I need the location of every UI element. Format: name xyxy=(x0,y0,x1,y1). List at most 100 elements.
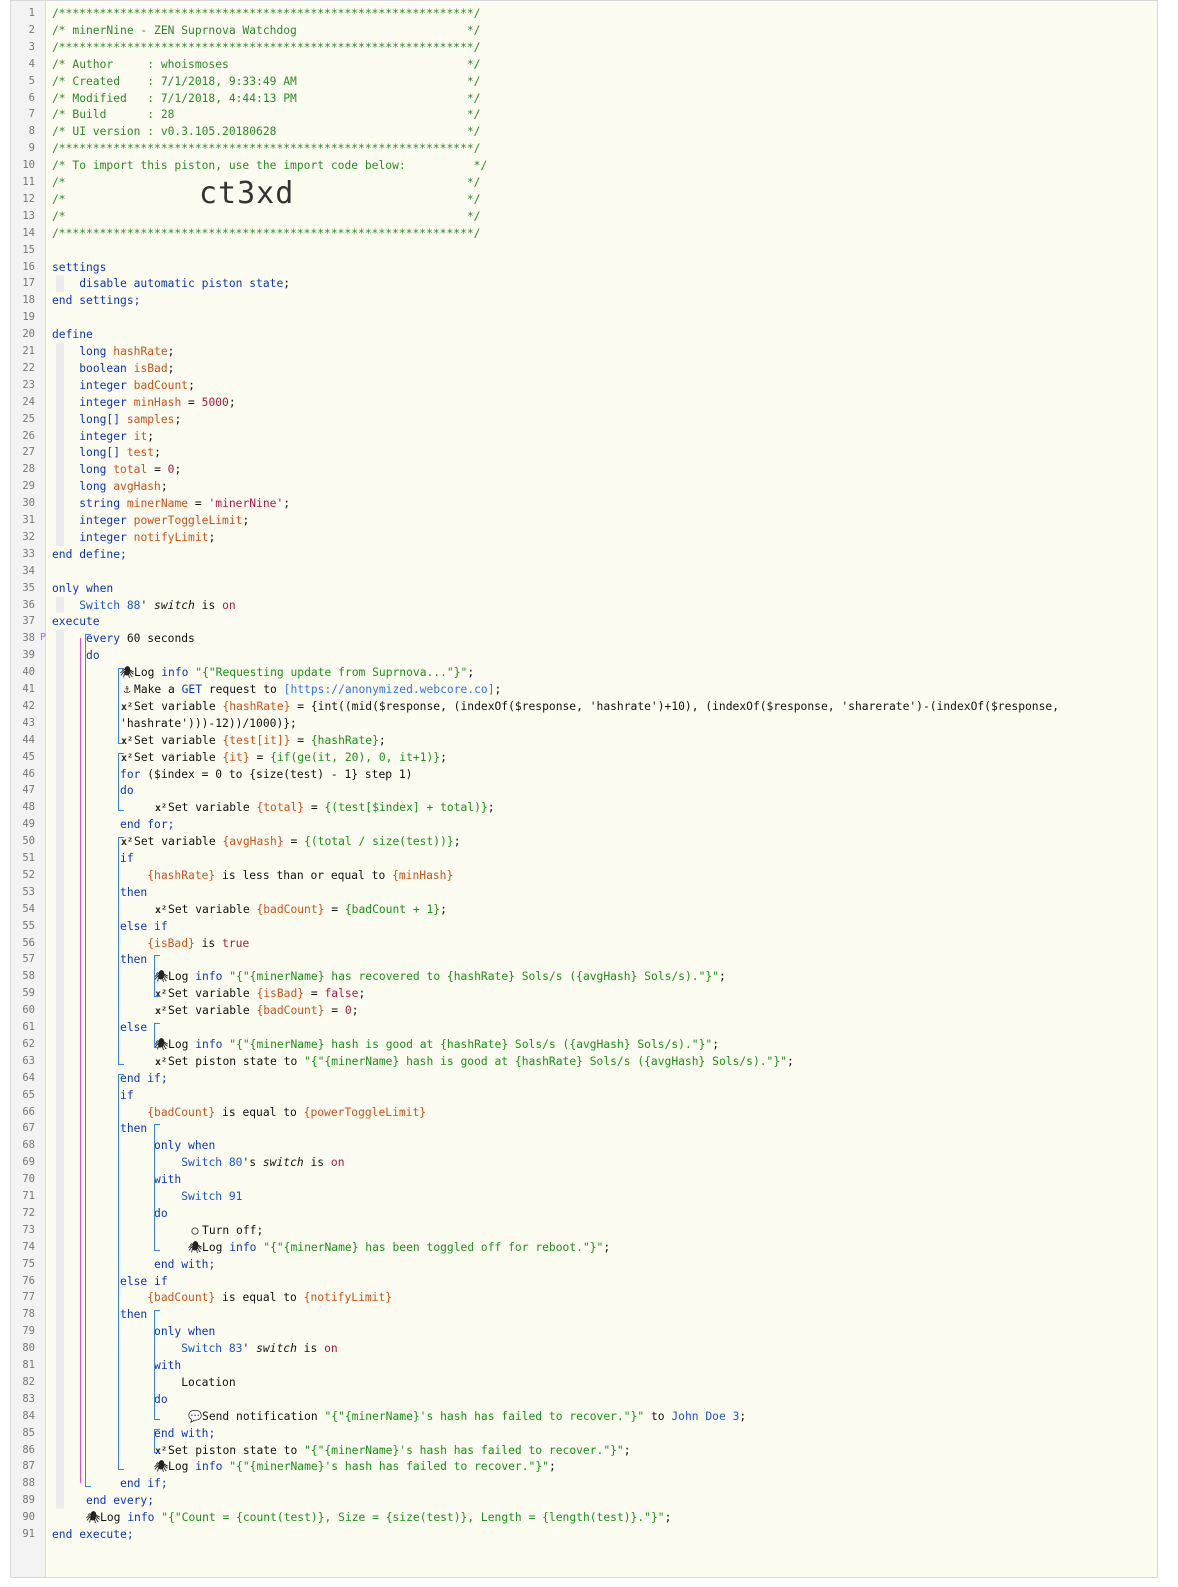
line-number: 73 xyxy=(22,1223,35,1236)
line-number: 34 xyxy=(22,564,35,577)
code-text: then xyxy=(120,953,148,967)
code-text: x²Set piston state to "{"{minerName}'s h… xyxy=(52,1442,631,1460)
code-text: long[] samples; xyxy=(79,412,182,426)
statement-icon: x² xyxy=(155,989,168,1001)
line-number: 64 xyxy=(22,1071,35,1084)
statement-icon: x² xyxy=(120,735,134,747)
line-number: 6 xyxy=(28,91,35,104)
code-text: only when xyxy=(154,1325,216,1339)
code-line: 64 end if; xyxy=(11,1070,1157,1087)
code-line: 2 /* minerNine - ZEN Suprnova Watchdog */ xyxy=(11,22,1157,39)
line-number: 37 xyxy=(22,615,35,628)
line-number: 58 xyxy=(22,970,35,983)
statement-icon: 🕷 xyxy=(188,1240,203,1254)
block-bracket xyxy=(154,955,160,998)
code-text: end settings; xyxy=(52,294,141,308)
code-line: 36 Switch 88' switch is on xyxy=(11,597,1157,614)
line-number: 63 xyxy=(22,1054,35,1067)
code-line: 75 end with; xyxy=(11,1256,1157,1273)
code-text: /* To import this piston, use the import… xyxy=(52,159,488,173)
code-text: x²Set piston state to "{"{minerName} has… xyxy=(52,1053,794,1071)
code-text: 🕷Log info "{"{minerName}'s hash has fail… xyxy=(154,1460,556,1474)
code-line: 73 ◯ Turn off; xyxy=(11,1222,1157,1239)
line-number: 77 xyxy=(22,1291,35,1304)
code-text: settings xyxy=(52,260,107,274)
code-line: 4 /* Author : whoismoses */ xyxy=(11,56,1157,73)
code-line: 68 only when xyxy=(11,1137,1157,1154)
code-line: 54 x²Set variable {badCount} = {badCount… xyxy=(11,901,1157,918)
line-number: 30 xyxy=(22,497,35,510)
code-line: 23 integer badCount; xyxy=(11,377,1157,394)
code-line: 69 Switch 80's switch is on xyxy=(11,1154,1157,1171)
code-line: 66 {badCount} is equal to {powerToggleLi… xyxy=(11,1104,1157,1121)
line-number: 27 xyxy=(22,446,35,459)
code-line: 50 x²Set variable {avgHash} = {(total / … xyxy=(11,833,1157,850)
line-number: 53 xyxy=(22,885,35,898)
statement-icon: ⚓ xyxy=(123,683,131,696)
statement-icon: 🕷 xyxy=(154,1460,169,1474)
code-line: 82 Location xyxy=(11,1374,1157,1391)
code-text: ⚓ Make a GET request to [https://anonymiz… xyxy=(52,681,502,698)
code-text: end for; xyxy=(120,818,175,832)
statement-icon: x² xyxy=(155,803,168,815)
line-number: 65 xyxy=(22,1088,35,1101)
statement-icon: 🕷 xyxy=(86,1511,101,1525)
block-bracket xyxy=(118,668,124,744)
code-line: 16 settings xyxy=(11,259,1157,276)
statement-icon: x² xyxy=(120,837,134,849)
line-number: 36 xyxy=(22,598,35,611)
code-line: 38 every 60 seconds xyxy=(11,630,1157,647)
code-text: integer minHash = 5000; xyxy=(79,395,236,409)
line-number: 23 xyxy=(22,378,35,391)
line-number: 50 xyxy=(22,835,35,848)
line-number: 39 xyxy=(22,649,35,662)
code-line: 19 xyxy=(11,309,1157,326)
code-text: x²Set variable {test[it]} = {hashRate}; xyxy=(52,732,386,750)
block-bracket xyxy=(118,837,124,1065)
code-line: 60 x²Set variable {badCount} = 0; xyxy=(11,1002,1157,1019)
code-line: 83 do xyxy=(11,1391,1157,1408)
code-text: else if xyxy=(120,919,168,933)
line-number: 81 xyxy=(22,1359,35,1371)
code-line: 26 integer it; xyxy=(11,428,1157,445)
code-text: x²Set variable {badCount} = {badCount + … xyxy=(52,901,447,919)
code-line: 37 execute xyxy=(11,613,1157,630)
code-line: 35 only when xyxy=(11,580,1157,597)
line-number: 86 xyxy=(22,1443,35,1456)
code-line: 86 x²Set piston state to "{"{minerName}'… xyxy=(11,1442,1157,1459)
line-number: 74 xyxy=(22,1240,35,1253)
statement-icon: x² xyxy=(155,1006,168,1018)
line-number: 87 xyxy=(22,1460,35,1473)
code-text: end with; xyxy=(154,1257,216,1271)
line-number: 83 xyxy=(22,1392,35,1405)
code-text: with xyxy=(154,1173,182,1187)
code-text: else if xyxy=(120,1274,168,1288)
line-number: 4 xyxy=(28,57,35,70)
code-line: 63 x²Set piston state to "{"{minerName} … xyxy=(11,1053,1157,1070)
code-text: string minerName = 'minerNine'; xyxy=(79,497,291,511)
line-number: 78 xyxy=(22,1308,35,1321)
code-line: 31 integer powerToggleLimit; xyxy=(11,512,1157,529)
code-line: 45 x²Set variable {it} = {if(ge(it, 20),… xyxy=(11,749,1157,766)
code-line: 32 integer notifyLimit; xyxy=(11,529,1157,546)
line-number: 71 xyxy=(22,1190,35,1202)
code-line: 24 integer minHash = 5000; xyxy=(11,394,1157,411)
statement-icon: x² xyxy=(155,1445,168,1457)
code-line: 79 only when xyxy=(11,1323,1157,1340)
code-line: 43 'hashrate')))-12))/1000)}; xyxy=(11,715,1157,732)
line-number: 69 xyxy=(22,1156,35,1169)
code-text: x²Set variable {avgHash} = {(total / siz… xyxy=(52,833,461,851)
code-line: 90 🕷Log info "{"Count = {count(test)}, S… xyxy=(11,1509,1157,1526)
code-text: long[] test; xyxy=(79,446,161,460)
line-number: 22 xyxy=(22,361,35,374)
code-text: execute xyxy=(52,615,100,629)
line-number: 26 xyxy=(22,429,35,442)
line-number: 82 xyxy=(22,1375,35,1388)
code-line: 74 🕷Log info "{"{minerName} has been tog… xyxy=(11,1239,1157,1256)
line-number: 16 xyxy=(22,260,35,273)
line-number: 70 xyxy=(22,1173,35,1186)
code-text: Switch 80's switch is on xyxy=(181,1156,345,1170)
line-number: 20 xyxy=(22,328,35,341)
code-line: 8 /* UI version : v0.3.105.20180628 */ xyxy=(11,123,1157,140)
code-line: 5 /* Created : 7/1/2018, 9:33:49 AM */ xyxy=(11,73,1157,90)
